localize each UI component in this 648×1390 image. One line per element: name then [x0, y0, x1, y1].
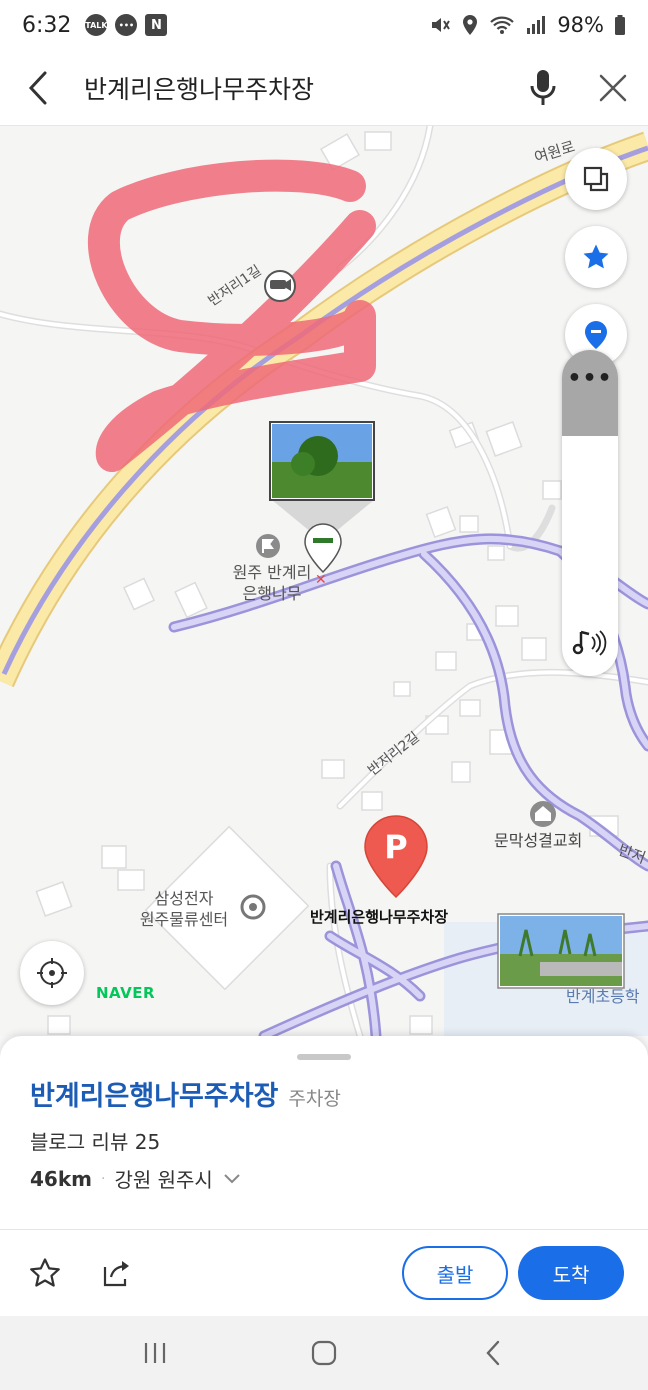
- place-info-sheet[interactable]: 반계리은행나무주차장 주차장 블로그 리뷰 25 46km · 강원 원주시 출…: [0, 1036, 648, 1316]
- music-sound-icon: [572, 630, 607, 656]
- naver-logo: NAVER: [96, 984, 156, 1002]
- place-category: 주차장: [288, 1088, 341, 1110]
- battery-percent: 98%: [557, 13, 604, 37]
- wifi-icon: [490, 16, 515, 34]
- blog-review-count[interactable]: 블로그 리뷰 25: [30, 1126, 160, 1155]
- location-icon: [463, 15, 478, 35]
- signal-icon: [527, 16, 546, 34]
- naver-app-icon: N: [145, 14, 168, 36]
- current-location-button[interactable]: [20, 941, 84, 1005]
- status-time: 6:32: [22, 12, 72, 38]
- map-canvas[interactable]: ✕: [0, 126, 648, 1036]
- chevron-down-icon: [224, 1173, 240, 1183]
- poi-label-school: 반계초등학: [566, 987, 640, 1006]
- meta-separator: ·: [100, 1170, 106, 1187]
- school-street-view-thumbnail[interactable]: [497, 913, 625, 989]
- place-region: 강원 원주시: [114, 1168, 213, 1192]
- system-back-button[interactable]: [463, 1328, 523, 1378]
- map-view[interactable]: ✕ 여원로 반저리1길 반저리2길 반저 원주 반계리 은행나무 문막성결교회 …: [0, 126, 648, 1036]
- flag-icon: [256, 534, 280, 558]
- place-distance: 46km: [30, 1166, 92, 1191]
- church-icon: [530, 801, 556, 827]
- share-icon: [103, 1261, 129, 1287]
- side-menu-more-button[interactable]: •••: [562, 350, 618, 436]
- crosshair-icon: [37, 958, 67, 988]
- chat-icon: •••: [115, 14, 138, 36]
- battery-icon: [615, 15, 625, 35]
- recent-apps-icon: [144, 1343, 165, 1363]
- more-dots-icon: •••: [567, 366, 613, 391]
- recent-apps-button[interactable]: [125, 1328, 185, 1378]
- arrive-button[interactable]: 도착: [518, 1246, 624, 1300]
- search-bar: 반계리은행나무주차장: [0, 50, 648, 126]
- status-bar: 6:32 TALK ••• N 98%: [0, 0, 648, 50]
- home-icon: [311, 1340, 337, 1366]
- microphone-icon: [530, 69, 556, 105]
- search-query-text[interactable]: 반계리은행나무주차장: [76, 70, 508, 106]
- share-button[interactable]: [96, 1252, 138, 1294]
- sheet-drag-handle[interactable]: [297, 1054, 351, 1060]
- poi-label-samsung: 삼성전자 원주물류센터: [139, 889, 229, 929]
- cctv-icon: [264, 270, 296, 302]
- poi-label-ginkgo-tree: 원주 반계리 은행나무: [232, 563, 312, 603]
- map-pin-icon: [585, 321, 607, 349]
- map-layer-button[interactable]: [565, 148, 627, 210]
- chevron-left-icon: [28, 71, 47, 104]
- parking-place-label[interactable]: 반계리은행나무주차장: [310, 906, 448, 927]
- clear-search-button[interactable]: [578, 50, 648, 126]
- place-title-row: 반계리은행나무주차장 주차장: [30, 1074, 341, 1113]
- place-name[interactable]: 반계리은행나무주차장: [30, 1074, 278, 1113]
- voice-search-button[interactable]: [508, 50, 578, 126]
- poi-label-church: 문막성결교회: [494, 831, 583, 850]
- mute-icon: [432, 18, 451, 32]
- parking-marker-letter: P: [384, 828, 408, 866]
- action-row: 출발 도착: [0, 1230, 648, 1316]
- star-filled-icon: [583, 244, 609, 269]
- favorites-button[interactable]: [565, 226, 627, 288]
- layers-icon: [583, 166, 609, 192]
- sound-guide-button[interactable]: [562, 620, 618, 666]
- star-outline-icon: [30, 1258, 60, 1287]
- back-arrow-icon: [486, 1340, 500, 1366]
- back-button[interactable]: [0, 50, 76, 126]
- map-side-menu[interactable]: •••: [562, 350, 618, 676]
- place-meta-row[interactable]: 46km · 강원 원주시: [30, 1164, 241, 1193]
- close-icon: [599, 74, 627, 101]
- home-button[interactable]: [294, 1328, 354, 1378]
- talk-icon: TALK: [85, 14, 108, 36]
- save-button[interactable]: [24, 1252, 66, 1294]
- system-nav-bar: [0, 1316, 648, 1390]
- depart-button[interactable]: 출발: [402, 1246, 508, 1300]
